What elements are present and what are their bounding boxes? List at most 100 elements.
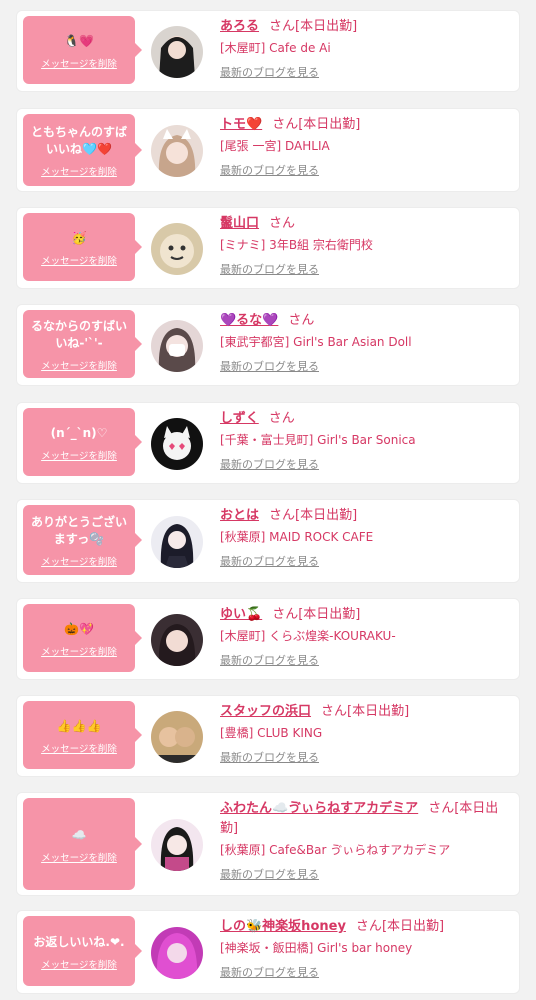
user-name-link[interactable]: ふわたん☁️ゔぃらねすアカデミア <box>220 801 418 816</box>
delete-message-link[interactable]: メッセージを削除 <box>41 253 117 267</box>
shop-text: [木屋町] くらぶ煌楽-KOURAKU- <box>220 629 396 643</box>
message-text: (n´_`n)♡ <box>50 425 108 440</box>
message-text: 🥳 <box>71 230 87 245</box>
status-text: [本日出勤] <box>298 607 361 622</box>
message-text: お返しいいね.❤︎. <box>33 934 125 949</box>
message-bubble: 🎃💖 メッセージを削除 <box>23 604 142 672</box>
latest-blog-link[interactable]: 最新のブログを見る <box>220 554 319 570</box>
message-bubble: (n´_`n)♡ メッセージを削除 <box>23 408 142 476</box>
delete-message-link[interactable]: メッセージを削除 <box>41 554 117 568</box>
delete-message-link[interactable]: メッセージを削除 <box>41 957 117 971</box>
message-card: 👍👍👍 メッセージを削除 スタッフの浜口 さん[本日出勤] [豊橋] CLUB K… <box>16 695 520 777</box>
message-bubble: ☁️ メッセージを削除 <box>23 798 142 890</box>
avatar[interactable] <box>151 819 203 871</box>
message-bubble: お返しいいね.❤︎. メッセージを削除 <box>23 916 142 986</box>
message-bubble: 🐧💗 メッセージを削除 <box>23 16 142 84</box>
message-card: (n´_`n)♡ メッセージを削除 しずく さん [千葉・富士見町] Girl's… <box>16 402 520 484</box>
honorific: さん <box>268 411 295 426</box>
latest-blog-link[interactable]: 最新のブログを見る <box>220 163 319 179</box>
user-name-link[interactable]: 鬣山口 <box>220 216 259 231</box>
honorific: さん <box>428 801 455 816</box>
message-text: 🐧💗 <box>64 33 94 48</box>
status-text: [本日出勤] <box>381 919 445 934</box>
message-text: 🎃💖 <box>64 621 94 636</box>
avatar[interactable] <box>151 418 203 470</box>
avatar[interactable] <box>151 927 203 979</box>
delete-message-link[interactable]: メッセージを削除 <box>41 164 117 178</box>
user-name-link[interactable]: おとは <box>220 508 259 523</box>
status-text: [本日出勤] <box>295 508 358 523</box>
shop-text: [東武宇都宮] Girl's Bar Asian Doll <box>220 335 412 349</box>
user-name-link[interactable]: スタッフの浜口 <box>220 704 311 719</box>
shop-text: [秋葉原] Cafe&Bar ゔぃらねすアカデミア <box>220 843 451 857</box>
user-name-link[interactable]: ゆい🍒 <box>220 607 262 622</box>
shop-text: [秋葉原] MAID ROCK CAFE <box>220 530 374 544</box>
message-bubble: 👍👍👍 メッセージを削除 <box>23 701 142 769</box>
message-text: ともちゃんのすばいいね🩵❤️ <box>30 125 127 156</box>
avatar[interactable] <box>151 320 203 372</box>
latest-blog-link[interactable]: 最新のブログを見る <box>220 965 319 981</box>
card-info: しの🐝神楽坂honey さん[本日出勤] [神楽坂・飯田橋] Girl's bar… <box>220 917 511 981</box>
message-text: ☁️ <box>71 827 87 842</box>
card-info: あろる さん[本日出勤] [木屋町] Cafe de Ai 最新のブログを見る <box>220 17 511 81</box>
avatar[interactable] <box>151 26 203 78</box>
shop-text: [ミナミ] 3年B組 宗右衛門校 <box>220 238 373 252</box>
message-card: ☁️ メッセージを削除 ふわたん☁️ゔぃらねすアカデミア さん[本日出勤] [秋葉… <box>16 792 520 896</box>
card-info: ふわたん☁️ゔぃらねすアカデミア さん[本日出勤] [秋葉原] Cafe&Bar … <box>220 799 511 883</box>
user-name-link[interactable]: しの🐝神楽坂honey <box>220 919 346 934</box>
message-card: 🎃💖 メッセージを削除 ゆい🍒 さん[本日出勤] [木屋町] くらぶ煌楽-KOUR… <box>16 598 520 680</box>
honorific: さん <box>269 508 296 523</box>
avatar[interactable] <box>151 614 203 666</box>
message-card: 🥳 メッセージを削除 鬣山口 さん [ミナミ] 3年B組 宗右衛門校 最新のブログ… <box>16 207 520 289</box>
message-card: 🐧💗 メッセージを削除 あろる さん[本日出勤] [木屋町] Cafe de Ai… <box>16 10 520 92</box>
latest-blog-link[interactable]: 最新のブログを見る <box>220 867 319 883</box>
honorific: さん <box>288 313 315 328</box>
latest-blog-link[interactable]: 最新のブログを見る <box>220 653 319 669</box>
honorific: さん <box>269 19 296 34</box>
avatar[interactable] <box>151 125 203 177</box>
delete-message-link[interactable]: メッセージを削除 <box>41 741 117 755</box>
message-card: ともちゃんのすばいいね🩵❤️ メッセージを削除 トモ❤️ さん[本日出勤] [尾張… <box>16 108 520 192</box>
latest-blog-link[interactable]: 最新のブログを見る <box>220 750 319 766</box>
avatar[interactable] <box>151 223 203 275</box>
delete-message-link[interactable]: メッセージを削除 <box>41 644 117 658</box>
avatar[interactable] <box>151 516 203 568</box>
avatar[interactable] <box>151 711 203 763</box>
shop-text: [尾張 一宮] DAHLIA <box>220 139 330 153</box>
delete-message-link[interactable]: メッセージを削除 <box>41 358 117 372</box>
card-info: 鬣山口 さん [ミナミ] 3年B組 宗右衛門校 最新のブログを見る <box>220 214 511 278</box>
message-card: るなからのすばいいね-'`'- メッセージを削除 💜るな💜 さん [東武宇都宮] … <box>16 304 520 386</box>
card-info: おとは さん[本日出勤] [秋葉原] MAID ROCK CAFE 最新のブログを… <box>220 506 511 570</box>
message-bubble: るなからのすばいいね-'`'- メッセージを削除 <box>23 310 142 378</box>
delete-message-link[interactable]: メッセージを削除 <box>41 850 117 864</box>
message-text: るなからのすばいいね-'`'- <box>30 319 127 350</box>
message-text: ありがとうございますっ🫧 <box>30 515 127 546</box>
latest-blog-link[interactable]: 最新のブログを見る <box>220 65 319 81</box>
message-bubble: ともちゃんのすばいいね🩵❤️ メッセージを削除 <box>23 114 142 186</box>
user-name-link[interactable]: トモ❤️ <box>220 117 262 132</box>
status-text: [本日出勤] <box>295 19 358 34</box>
message-card: ありがとうございますっ🫧 メッセージを削除 おとは さん[本日出勤] [秋葉原] … <box>16 499 520 583</box>
user-name-link[interactable]: 💜るな💜 <box>220 313 278 328</box>
status-text: [本日出勤] <box>347 704 410 719</box>
delete-message-link[interactable]: メッセージを削除 <box>41 448 117 462</box>
shop-text: [千葉・富士見町] Girl's Bar Sonica <box>220 433 416 447</box>
card-info: しずく さん [千葉・富士見町] Girl's Bar Sonica 最新のブログ… <box>220 409 511 473</box>
status-text: [本日出勤] <box>298 117 361 132</box>
honorific: さん <box>272 117 299 132</box>
user-name-link[interactable]: あろる <box>220 19 259 34</box>
honorific: さん <box>272 607 299 622</box>
shop-text: [木屋町] Cafe de Ai <box>220 41 331 55</box>
message-bubble: ありがとうございますっ🫧 メッセージを削除 <box>23 505 142 575</box>
card-info: ゆい🍒 さん[本日出勤] [木屋町] くらぶ煌楽-KOURAKU- 最新のブログを… <box>220 605 511 669</box>
user-name-link[interactable]: しずく <box>220 411 259 426</box>
delete-message-link[interactable]: メッセージを削除 <box>41 56 117 70</box>
honorific: さん <box>355 919 382 934</box>
latest-blog-link[interactable]: 最新のブログを見る <box>220 262 319 278</box>
latest-blog-link[interactable]: 最新のブログを見る <box>220 457 319 473</box>
message-card: お返しいいね.❤︎. メッセージを削除 しの🐝神楽坂honey さん[本日出勤] … <box>16 910 520 994</box>
card-info: 💜るな💜 さん [東武宇都宮] Girl's Bar Asian Doll 最新の… <box>220 311 511 375</box>
card-info: トモ❤️ さん[本日出勤] [尾張 一宮] DAHLIA 最新のブログを見る <box>220 115 511 179</box>
honorific: さん <box>321 704 348 719</box>
latest-blog-link[interactable]: 最新のブログを見る <box>220 359 319 375</box>
